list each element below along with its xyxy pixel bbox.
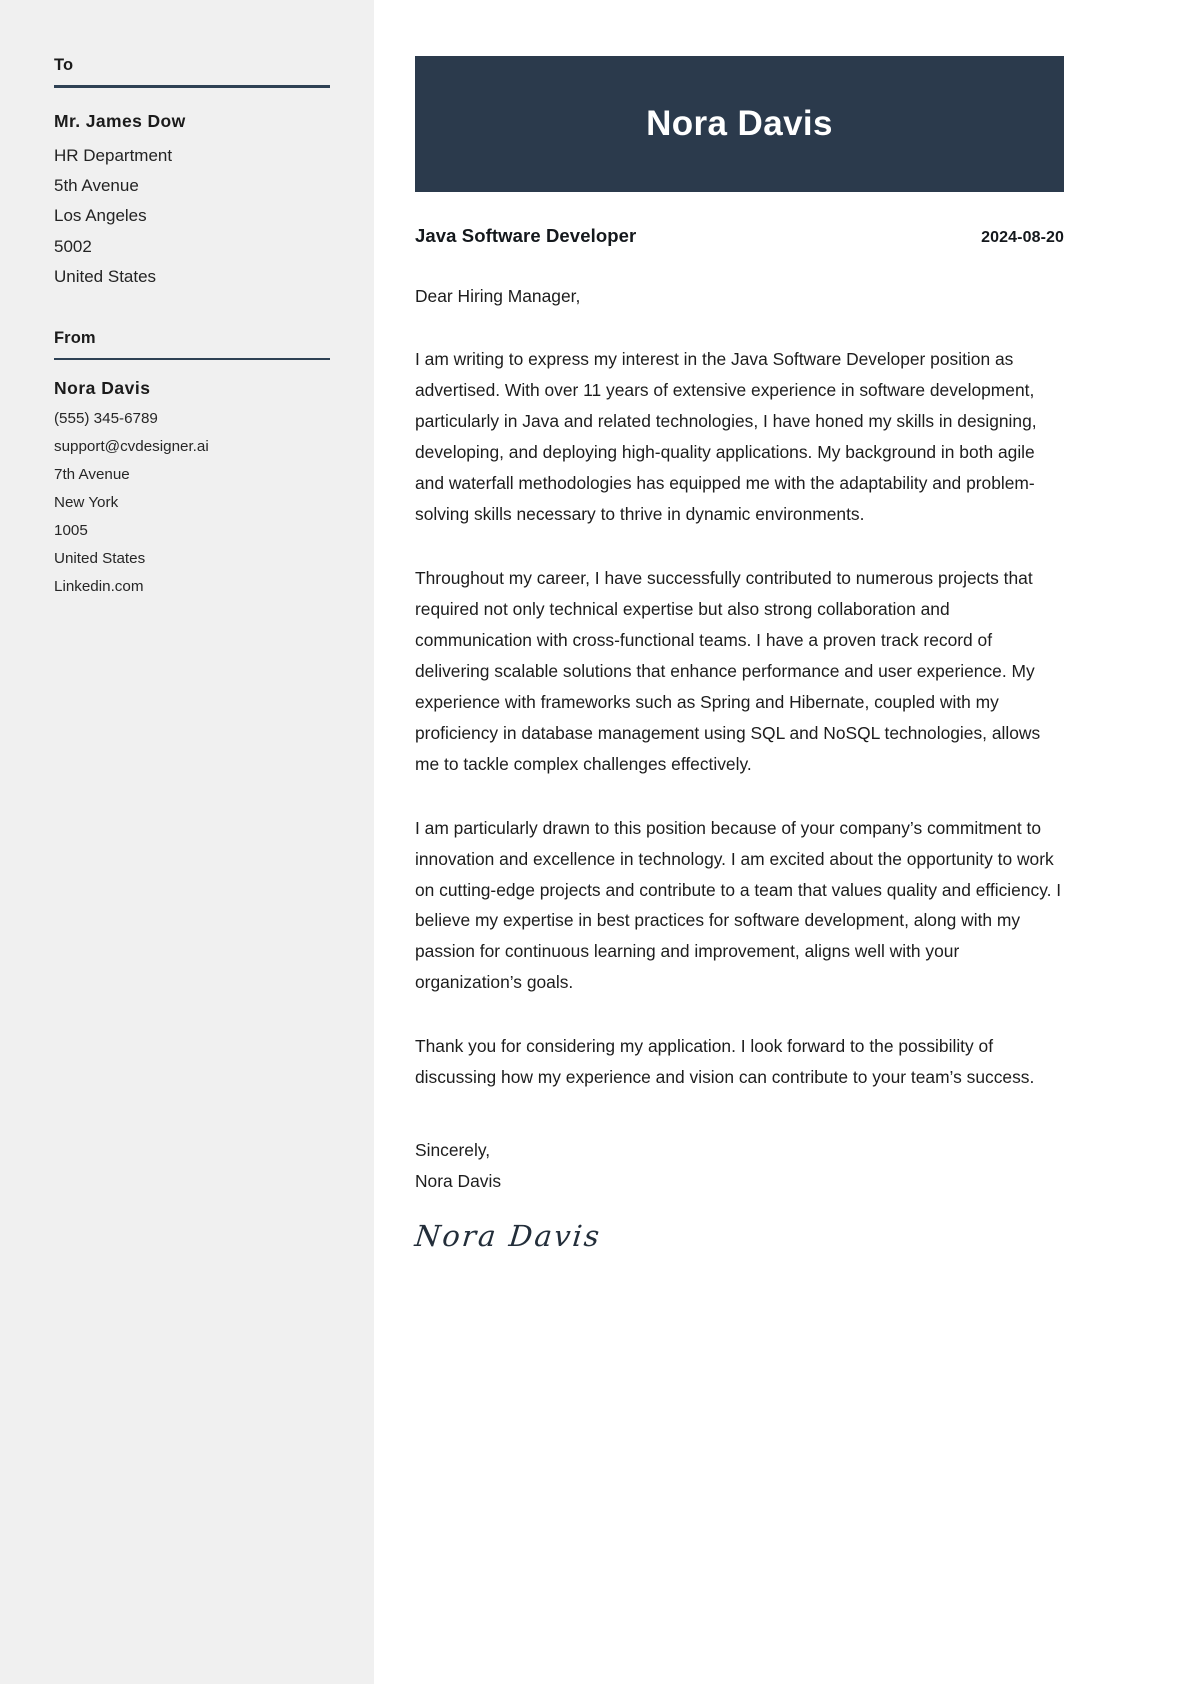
sender-email: support@cvdesigner.ai xyxy=(54,438,209,456)
recipient-line: HR Department xyxy=(54,145,173,165)
letter-paragraph: Throughout my career, I have successfull… xyxy=(415,567,1041,774)
from-divider xyxy=(54,357,330,361)
to-divider xyxy=(54,85,330,88)
sender-line: United States xyxy=(54,550,146,568)
sender-line: 7th Avenue xyxy=(54,466,130,484)
applicant-name: Nora Davis xyxy=(646,104,833,143)
name-banner: Nora Davis xyxy=(415,56,1064,192)
to-heading: To xyxy=(54,56,74,74)
recipient-block: To Mr. James Dow HR Department 5th Avenu… xyxy=(54,56,330,293)
letter-paragraph: I am writing to express my interest in t… xyxy=(415,348,1037,524)
sender-website: Linkedin.com xyxy=(54,578,144,596)
letter-meta-row: Java Software Developer 2024-08-20 xyxy=(415,225,1064,247)
recipient-line: United States xyxy=(54,267,157,287)
job-title: Java Software Developer xyxy=(415,225,637,246)
sender-line: 1005 xyxy=(54,522,88,540)
sender-line: New York xyxy=(54,494,119,512)
letter-date: 2024-08-20 xyxy=(981,229,1064,246)
sidebar: To Mr. James Dow HR Department 5th Avenu… xyxy=(0,0,374,1684)
recipient-line: 5th Avenue xyxy=(54,176,139,196)
recipient-name: Mr. James Dow xyxy=(54,110,186,131)
letter-paragraph: Thank you for considering my application… xyxy=(415,1036,1035,1088)
closing-name: Nora Davis xyxy=(415,1171,502,1192)
recipient-line: 5002 xyxy=(54,236,92,256)
closing-word: Sincerely, xyxy=(415,1140,491,1161)
recipient-line: Los Angeles xyxy=(54,206,147,226)
letter-paragraph: I am particularly drawn to this position… xyxy=(415,817,1062,993)
letter-body: Dear Hiring Manager, I am writing to exp… xyxy=(413,247,1064,1254)
cover-letter-page: To Mr. James Dow HR Department 5th Avenu… xyxy=(0,0,1200,1684)
closing-block: Sincerely, Nora Davis xyxy=(415,1135,1064,1197)
letter-main: Nora Davis Java Software Developer 2024-… xyxy=(374,0,1200,1684)
sender-block: From Nora Davis (555) 345-6789 support@c… xyxy=(54,329,330,601)
sender-phone: (555) 345-6789 xyxy=(54,410,158,428)
handwritten-signature: Nora Davis xyxy=(413,1219,604,1254)
salutation: Dear Hiring Manager, xyxy=(415,286,581,306)
sender-name: Nora Davis xyxy=(54,378,151,399)
from-heading: From xyxy=(54,328,96,347)
